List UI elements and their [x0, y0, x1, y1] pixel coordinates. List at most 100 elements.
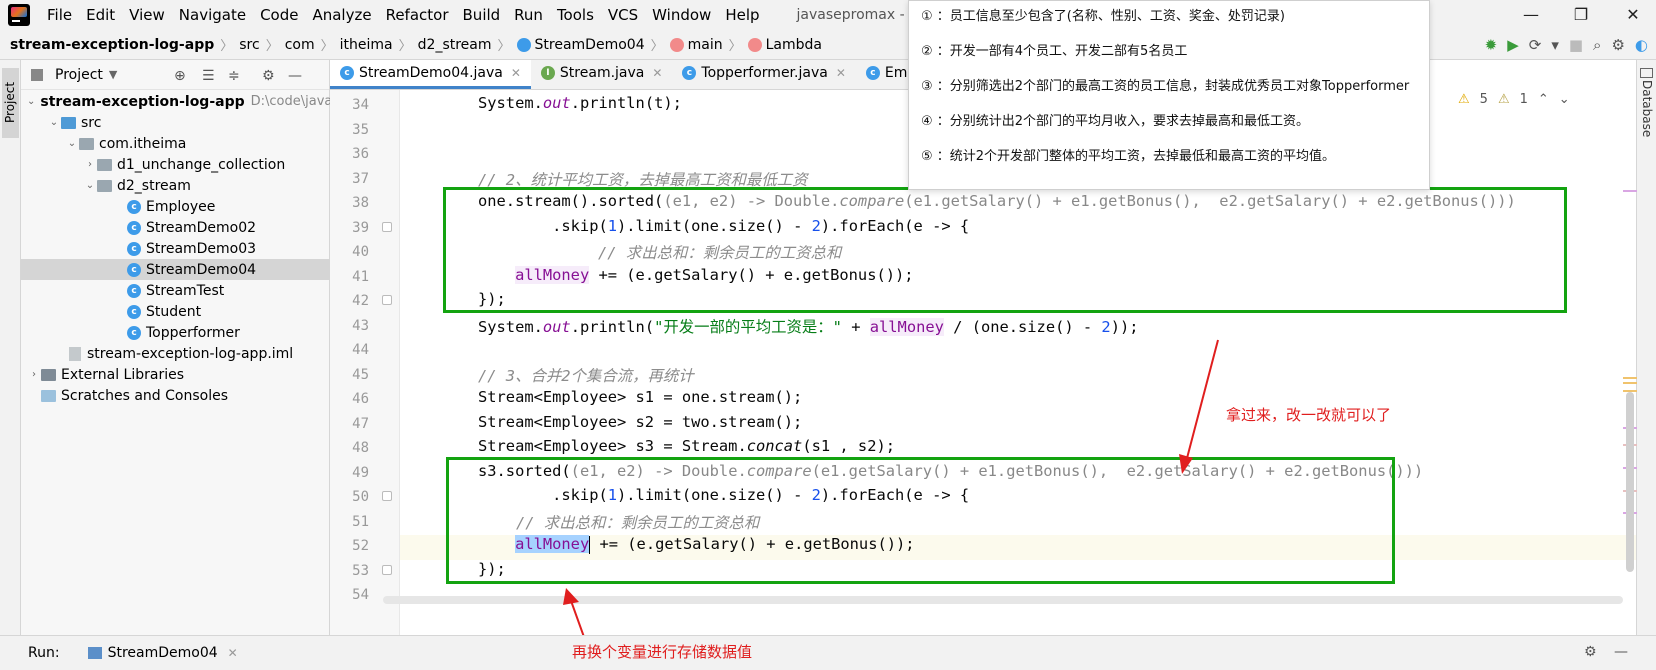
breadcrumb-itheima[interactable]: itheima — [340, 37, 393, 53]
tree-item-topperformer[interactable]: c Topperformer — [21, 322, 330, 343]
tree-item-streamdemo03[interactable]: c StreamDemo03 — [21, 238, 330, 259]
project-tool-tab[interactable]: Project — [2, 68, 19, 138]
stop-icon[interactable]: ■ — [1569, 36, 1583, 54]
gear-icon[interactable]: ⚙ — [1584, 644, 1597, 660]
maximize-button[interactable]: ❐ — [1558, 4, 1604, 26]
inspection-widget[interactable]: ⚠ 5 ⚠ 1 ⌃ ⌄ — [1458, 92, 1570, 107]
menu-tools[interactable]: Tools — [550, 6, 601, 24]
chevron-right-icon: 〉 — [650, 39, 664, 54]
line-number-gutter: 34 35 36 37 38 39 40 41 42 43 44 45 46 4… — [330, 90, 400, 635]
menu-window[interactable]: Window — [645, 6, 718, 24]
fold-marker-icon[interactable] — [382, 491, 392, 501]
tab-topperformer[interactable]: c Topperformer.java ✕ — [672, 60, 855, 89]
horizontal-scrollbar[interactable] — [383, 596, 1623, 604]
hide-icon[interactable]: — — [288, 68, 302, 84]
tree-item-label: Topperformer — [146, 324, 240, 341]
menu-analyze[interactable]: Analyze — [305, 6, 378, 24]
tab-stream[interactable]: I Stream.java ✕ — [531, 60, 673, 89]
breadcrumb-method[interactable]: main — [688, 37, 723, 53]
chevron-right-icon: 〉 — [265, 39, 279, 54]
debug-icon[interactable]: ✹ — [1485, 36, 1498, 54]
scroll-thumb[interactable] — [1626, 392, 1634, 572]
menu-vcs[interactable]: VCS — [601, 6, 645, 24]
tree-item-streamdemo02[interactable]: c StreamDemo02 — [21, 217, 330, 238]
breadcrumb-lambda[interactable]: Lambda — [766, 37, 822, 53]
chevron-down-icon: ⌄ — [85, 180, 95, 191]
tree-item-iml[interactable]: stream-exception-log-app.iml — [21, 343, 330, 364]
fold-marker-icon[interactable] — [382, 222, 392, 232]
project-panel-title[interactable]: Project — [55, 67, 103, 83]
close-icon[interactable]: ✕ — [652, 66, 662, 80]
gear-icon[interactable]: ⚙ — [1611, 36, 1624, 54]
tree-item-employee[interactable]: c Employee — [21, 196, 330, 217]
tree-item-streamtest[interactable]: c StreamTest — [21, 280, 330, 301]
scroll-marker — [1623, 382, 1637, 384]
tree-item-label: d1_unchange_collection — [117, 156, 286, 173]
tab-streamdemo04[interactable]: c StreamDemo04.java ✕ — [330, 60, 531, 89]
tree-item-project-root[interactable]: ⌄ stream-exception-log-app D:\code\java — [21, 91, 332, 112]
fold-marker-icon[interactable] — [382, 295, 392, 305]
tree-item-com-itheima[interactable]: ⌄ com.itheima — [21, 133, 330, 154]
vertical-scrollbar[interactable] — [1623, 92, 1637, 592]
run-tab-streamdemo04[interactable]: StreamDemo04 ✕ — [80, 645, 246, 661]
chevron-up-icon[interactable]: ⌃ — [1538, 92, 1549, 107]
tree-item-streamdemo04[interactable]: c StreamDemo04 — [21, 259, 330, 280]
jetbrains-icon[interactable]: ◐ — [1635, 36, 1648, 54]
database-tool-tab[interactable]: Database — [1640, 80, 1654, 137]
minimize-button[interactable]: — — [1508, 4, 1554, 26]
breadcrumb-com[interactable]: com — [285, 37, 315, 53]
tree-item-external-libraries[interactable]: › External Libraries — [21, 364, 330, 385]
string-literal: "开发一部的平均工资是：" — [654, 318, 842, 336]
tree-item-src[interactable]: ⌄ src — [21, 112, 330, 133]
breadcrumb-src[interactable]: src — [239, 37, 259, 53]
line-number: 36 — [352, 146, 369, 162]
tree-item-scratches[interactable]: Scratches and Consoles — [21, 385, 330, 406]
locate-icon[interactable]: ⊕ — [174, 68, 186, 84]
breadcrumb-class[interactable]: StreamDemo04 — [535, 37, 645, 53]
menu-code[interactable]: Code — [253, 6, 305, 24]
line-number: 48 — [352, 440, 369, 456]
menu-file[interactable]: File — [40, 6, 79, 24]
tab-label: Topperformer.java — [701, 65, 828, 81]
collapse-all-icon[interactable]: ☰ — [202, 68, 215, 84]
hide-icon[interactable]: — — [1614, 644, 1628, 660]
close-icon[interactable]: ✕ — [511, 66, 521, 80]
tree-item-student[interactable]: c Student — [21, 301, 330, 322]
gear-icon[interactable]: ⚙ — [262, 68, 275, 84]
line-number: 35 — [352, 122, 369, 138]
line-number: 34 — [352, 97, 369, 113]
profile-icon[interactable]: ⟳ — [1529, 36, 1542, 54]
menu-help[interactable]: Help — [718, 6, 766, 24]
class-icon — [516, 37, 531, 52]
run-label: Run: — [28, 645, 60, 661]
coverage-icon[interactable]: ▶ — [1507, 36, 1519, 54]
breadcrumb-project[interactable]: stream-exception-log-app — [10, 37, 214, 53]
intellij-logo-icon — [8, 4, 30, 26]
project-panel: Project ▼ ⊕ ☰ ≑ ⚙ — ⌄ stream-exception-l… — [21, 60, 332, 635]
menu-navigate[interactable]: Navigate — [172, 6, 253, 24]
tree-item-label: External Libraries — [61, 366, 184, 383]
dropdown-icon[interactable]: ▾ — [1551, 36, 1559, 54]
menu-view[interactable]: View — [122, 6, 172, 24]
menu-edit[interactable]: Edit — [79, 6, 122, 24]
chevron-down-icon[interactable]: ▼ — [109, 68, 117, 81]
menu-refactor[interactable]: Refactor — [379, 6, 456, 24]
fold-marker-icon[interactable] — [382, 565, 392, 575]
chevron-down-icon[interactable]: ⌄ — [1559, 92, 1570, 107]
search-icon[interactable]: ⌕ — [1593, 36, 1601, 54]
code-line-34: System.out.println(t); — [478, 94, 682, 112]
line-number: 53 — [352, 563, 369, 579]
breadcrumb-d2-stream[interactable]: d2_stream — [418, 37, 492, 53]
run-config-icon — [87, 647, 102, 659]
tree-item-d2-stream[interactable]: ⌄ d2_stream — [21, 175, 330, 196]
line-number: 41 — [352, 269, 369, 285]
close-icon[interactable]: ✕ — [228, 646, 238, 660]
menu-run[interactable]: Run — [507, 6, 550, 24]
close-button[interactable]: ✕ — [1610, 4, 1656, 26]
close-icon[interactable]: ✕ — [836, 66, 846, 80]
expand-all-icon[interactable]: ≑ — [228, 68, 240, 84]
menu-build[interactable]: Build — [456, 6, 508, 24]
line-number: 37 — [352, 171, 369, 187]
tree-item-d1-unchange-collection[interactable]: › d1_unchange_collection — [21, 154, 330, 175]
database-icon[interactable] — [1640, 68, 1653, 78]
